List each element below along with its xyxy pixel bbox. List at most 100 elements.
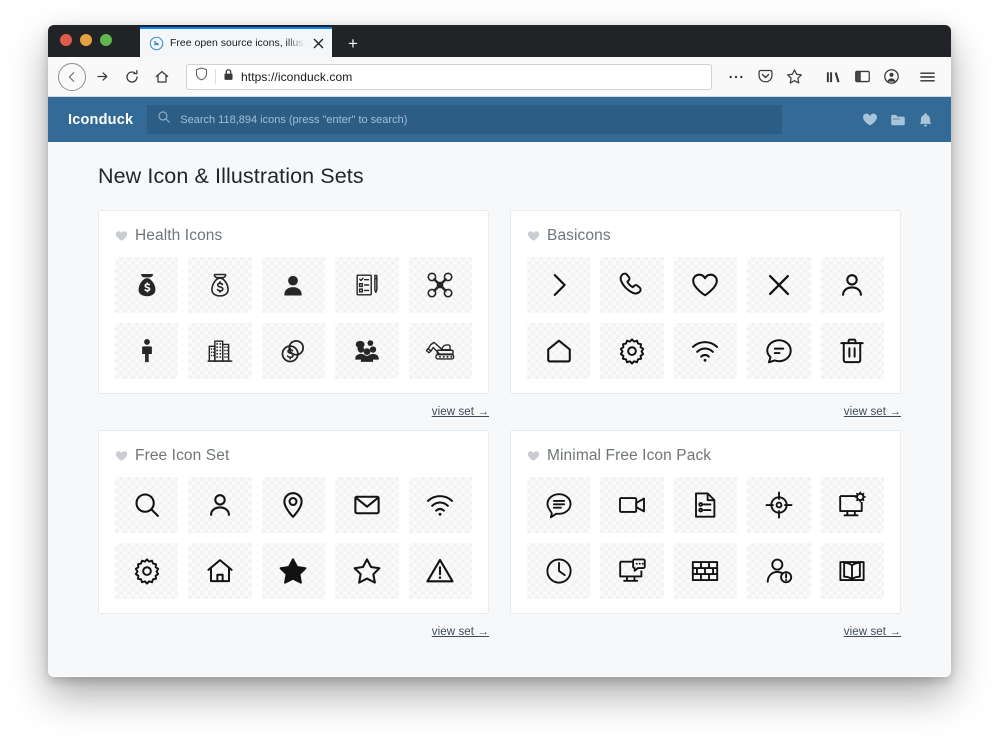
- icon-tile-video-camera[interactable]: [600, 477, 664, 533]
- bell-icon[interactable]: [918, 112, 933, 128]
- hamburger-menu-icon[interactable]: [913, 63, 941, 91]
- icon-tile-money-bag-outline[interactable]: [188, 257, 252, 313]
- icon-tile-gear[interactable]: [115, 543, 179, 599]
- icon-tile-phone[interactable]: [600, 257, 664, 313]
- icon-tile-chevron-right[interactable]: [527, 257, 591, 313]
- icon-set-card[interactable]: Minimal Free Icon Pack: [510, 430, 901, 614]
- search-icon: [157, 110, 171, 129]
- browser-window: Free open source icons, illustra + https…: [48, 25, 951, 677]
- icon-tile-dollar-coins[interactable]: [261, 323, 326, 379]
- url-divider: [215, 69, 216, 84]
- heart-icon[interactable]: [862, 112, 878, 127]
- icon-tile-gear[interactable]: [600, 323, 664, 379]
- page-content: New Icon & Illustration Sets Health Icon…: [48, 142, 951, 650]
- icon-tile-grid: [115, 257, 472, 379]
- icon-tile-chat-bubble[interactable]: [747, 323, 811, 379]
- icon-tile-drone[interactable]: [408, 257, 472, 313]
- heart-icon[interactable]: [115, 450, 128, 462]
- icon-tile-person-outline[interactable]: [188, 477, 252, 533]
- reload-button[interactable]: [118, 63, 146, 91]
- icon-set-column: Basicons view set →: [510, 210, 901, 430]
- icon-set-card[interactable]: Basicons: [510, 210, 901, 394]
- iconduck-duck-favicon: [149, 36, 164, 51]
- icon-tile-person-filled[interactable]: [261, 257, 326, 313]
- icon-tile-standing-person[interactable]: [115, 323, 179, 379]
- forward-button[interactable]: [88, 63, 116, 91]
- url-text: https://iconduck.com: [241, 69, 353, 84]
- site-header: Iconduck Search 118,894 icons (press "en…: [48, 97, 951, 142]
- folder-icon[interactable]: [890, 113, 906, 127]
- heart-icon[interactable]: [115, 230, 128, 242]
- card-header: Basicons: [527, 227, 884, 245]
- maximize-window-button[interactable]: [100, 34, 112, 46]
- icon-set-column: Health Icons view set →: [98, 210, 489, 430]
- tracking-protection-shield[interactable]: [195, 67, 208, 86]
- star-icon[interactable]: [780, 63, 808, 91]
- card-header: Health Icons: [115, 227, 472, 245]
- icon-tile-chat-lines[interactable]: [527, 477, 591, 533]
- heart-icon[interactable]: [527, 450, 540, 462]
- back-button[interactable]: [58, 62, 86, 91]
- icon-tile-warning-triangle[interactable]: [408, 543, 472, 599]
- view-set-link[interactable]: view set →: [844, 406, 901, 418]
- icon-tile-group-people[interactable]: [335, 323, 399, 379]
- icon-tile-wifi[interactable]: [673, 323, 738, 379]
- icon-tile-home-outline[interactable]: [527, 323, 591, 379]
- view-set-row: view set →: [510, 394, 901, 430]
- icon-tile-checklist-pen[interactable]: [335, 257, 399, 313]
- icon-tile-document-list[interactable]: [673, 477, 738, 533]
- url-bar[interactable]: https://iconduck.com: [186, 63, 712, 90]
- icon-tile-heart-outline[interactable]: [673, 257, 738, 313]
- icon-tile-home-outline[interactable]: [188, 543, 252, 599]
- close-icon[interactable]: [311, 36, 325, 50]
- icon-tile-close-x[interactable]: [747, 257, 811, 313]
- icon-tile-person-alert[interactable]: [747, 543, 811, 599]
- library-icon[interactable]: [819, 63, 847, 91]
- view-set-link[interactable]: view set →: [432, 406, 489, 418]
- sidebar-icon[interactable]: [848, 63, 876, 91]
- new-tab-button[interactable]: +: [342, 32, 364, 54]
- icon-tile-location-pin[interactable]: [261, 477, 326, 533]
- search-input[interactable]: Search 118,894 icons (press "enter" to s…: [147, 105, 783, 134]
- icon-tile-excavator[interactable]: [408, 323, 472, 379]
- icon-tile-search[interactable]: [115, 477, 179, 533]
- icon-set-column: Minimal Free Icon Pack view set →: [510, 430, 901, 650]
- browser-titlebar: Free open source icons, illustra +: [48, 25, 951, 57]
- icon-tile-monitor-settings[interactable]: [820, 477, 884, 533]
- view-set-link[interactable]: view set →: [844, 626, 901, 638]
- card-title: Minimal Free Icon Pack: [547, 447, 712, 464]
- icon-tile-star-outline[interactable]: [335, 543, 399, 599]
- home-icon[interactable]: [148, 63, 176, 91]
- icon-set-card[interactable]: Health Icons: [98, 210, 489, 394]
- icon-set-grid: Health Icons view set → Basicons view se…: [98, 210, 911, 650]
- icon-tile-clock[interactable]: [527, 543, 591, 599]
- icon-tile-trash[interactable]: [820, 323, 884, 379]
- icon-tile-star-filled[interactable]: [261, 543, 326, 599]
- browser-tab[interactable]: Free open source icons, illustra: [140, 27, 332, 57]
- minimize-window-button[interactable]: [80, 34, 92, 46]
- site-brand-logo[interactable]: Iconduck: [68, 112, 133, 128]
- icon-tile-crosshair[interactable]: [747, 477, 811, 533]
- view-set-row: view set →: [510, 614, 901, 650]
- icon-tile-money-bag-filled[interactable]: [115, 257, 179, 313]
- account-icon[interactable]: [877, 63, 905, 91]
- icon-tile-grid: [115, 477, 472, 599]
- page-viewport: Iconduck Search 118,894 icons (press "en…: [48, 97, 951, 676]
- card-header: Free Icon Set: [115, 447, 472, 465]
- icon-tile-office-buildings[interactable]: [188, 323, 252, 379]
- pocket-icon[interactable]: [751, 63, 779, 91]
- icon-tile-person-outline[interactable]: [820, 257, 884, 313]
- icon-tile-brick-wall[interactable]: [673, 543, 738, 599]
- view-set-link[interactable]: view set →: [432, 626, 489, 638]
- icon-tile-wifi[interactable]: [408, 477, 472, 533]
- icon-tile-monitor-chat[interactable]: [600, 543, 664, 599]
- close-window-button[interactable]: [60, 34, 72, 46]
- icon-tile-envelope[interactable]: [335, 477, 399, 533]
- icon-set-card[interactable]: Free Icon Set: [98, 430, 489, 614]
- page-actions-button[interactable]: [722, 63, 750, 91]
- toolbar-right-group: [722, 63, 941, 91]
- icon-tile-open-book[interactable]: [820, 543, 884, 599]
- heart-icon[interactable]: [527, 230, 540, 242]
- view-set-row: view set →: [98, 614, 489, 650]
- padlock-icon: [223, 68, 234, 86]
